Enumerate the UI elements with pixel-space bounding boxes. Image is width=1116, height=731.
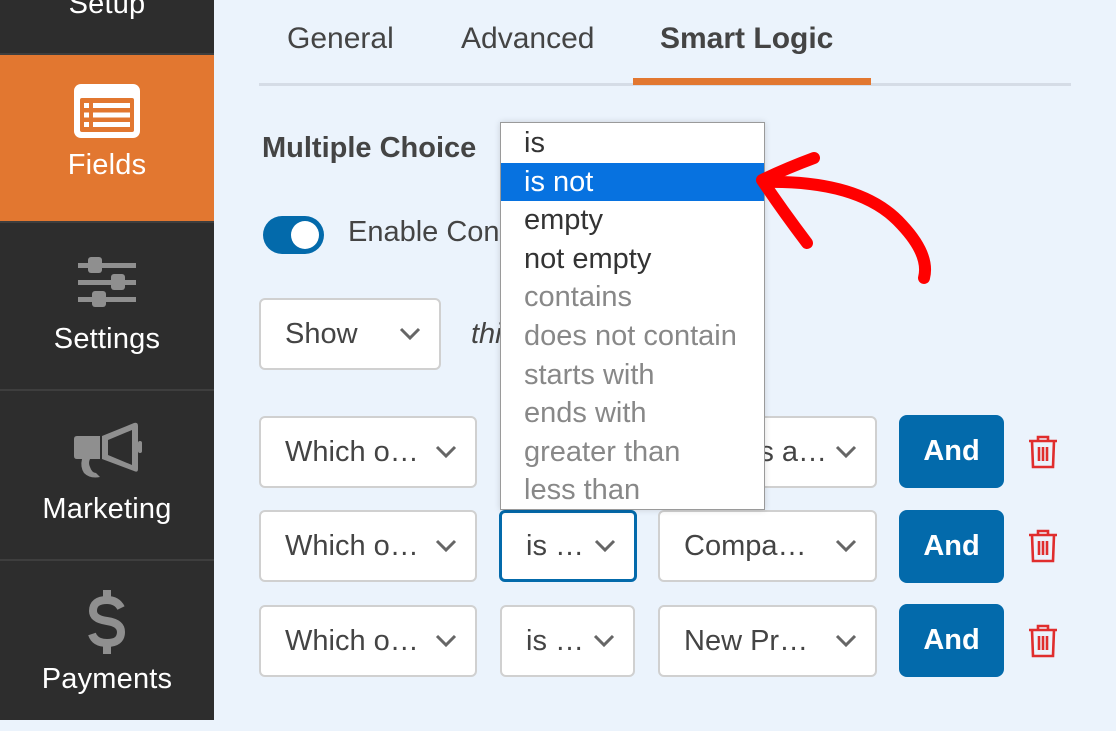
select-value: is …	[526, 529, 584, 562]
rule-field-select[interactable]: Which o…	[259, 605, 477, 677]
menu-option-greater-than: greater than	[524, 435, 681, 468]
tab-general[interactable]: General	[287, 22, 394, 56]
chevron-down-icon	[399, 323, 421, 345]
sidebar-item-label: Settings	[53, 323, 161, 355]
fields-list-icon	[73, 83, 141, 139]
chevron-down-icon	[435, 535, 457, 557]
annotation-arrow-icon	[756, 152, 931, 284]
trash-icon[interactable]	[1028, 435, 1058, 469]
menu-option-not-empty[interactable]: not empty	[501, 240, 764, 279]
sidebar-item-label: Setup	[68, 0, 146, 20]
sidebar-item-label: Payments	[41, 663, 173, 695]
and-button[interactable]: And	[899, 604, 1004, 677]
show-hide-select[interactable]: Show	[259, 298, 441, 370]
rule-field-select[interactable]: Which o…	[259, 416, 477, 488]
enable-conditional-logic-toggle[interactable]	[263, 216, 324, 254]
megaphone-icon	[72, 421, 142, 481]
tab-smart-logic[interactable]: Smart Logic	[660, 22, 833, 56]
sidebar-item-setup[interactable]: Setup	[0, 0, 214, 55]
menu-option-ends-with: ends with	[524, 397, 647, 430]
menu-option-contains: contains	[524, 281, 633, 314]
chevron-down-icon	[835, 535, 857, 557]
chevron-down-icon	[593, 630, 615, 652]
chevron-down-icon	[835, 441, 857, 463]
dollar-icon	[87, 589, 127, 655]
sidebar-item-settings[interactable]: Settings	[0, 223, 214, 391]
chevron-down-icon	[594, 535, 616, 557]
menu-option-is-not[interactable]: is not	[501, 162, 764, 202]
tab-advanced[interactable]: Advanced	[461, 22, 594, 56]
trash-icon[interactable]	[1028, 529, 1058, 563]
tab-bar: General Advanced Smart Logic	[259, 0, 1071, 86]
select-value: Which o…	[285, 435, 419, 468]
and-button[interactable]: And	[899, 415, 1004, 488]
sidebar-item-marketing[interactable]: Marketing	[0, 391, 214, 561]
sidebar-item-label: Fields	[67, 149, 147, 181]
active-tab-indicator	[633, 78, 871, 85]
menu-option-does-not-contain: does not contain	[524, 319, 737, 352]
select-value: Which o…	[285, 529, 419, 562]
rule-value-select[interactable]: New Pr…	[658, 605, 877, 677]
operator-dropdown-menu: is is not empty not empty contains does …	[500, 122, 765, 510]
select-value: Which o…	[285, 624, 419, 657]
select-value: New Pr…	[684, 624, 809, 657]
and-button[interactable]: And	[899, 510, 1004, 583]
trash-icon[interactable]	[1028, 624, 1058, 658]
menu-option-less-than: less than	[524, 474, 641, 507]
rule-field-select[interactable]: Which o…	[259, 510, 477, 582]
menu-option-starts-with: starts with	[524, 358, 655, 391]
select-value: Compa…	[684, 529, 807, 562]
toggle-knob	[291, 221, 319, 249]
chevron-down-icon	[835, 630, 857, 652]
field-title: Multiple Choice	[262, 132, 477, 164]
rule-operator-select[interactable]: is …	[500, 605, 635, 677]
sidebar-item-fields[interactable]: Fields	[0, 55, 214, 223]
sidebar-item-payments[interactable]: Payments	[0, 561, 214, 731]
rule-operator-select-focused[interactable]: is …	[499, 510, 637, 582]
menu-option-empty[interactable]: empty	[501, 201, 764, 240]
select-value: Show	[285, 317, 358, 350]
sidebar: Setup Fields Settings Marketing Payments	[0, 0, 214, 720]
chevron-down-icon	[435, 630, 457, 652]
sliders-icon	[77, 255, 137, 311]
chevron-down-icon	[435, 441, 457, 463]
rule-value-select[interactable]: Compa…	[658, 510, 877, 582]
sidebar-item-label: Marketing	[42, 493, 172, 525]
menu-option-is[interactable]: is	[501, 124, 764, 163]
select-value: is …	[526, 624, 584, 657]
